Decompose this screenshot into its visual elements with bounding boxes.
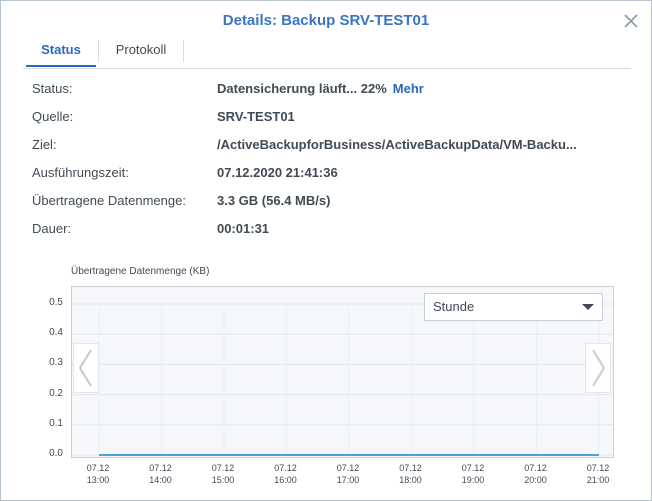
- close-icon[interactable]: [623, 13, 639, 29]
- detail-label: Status:: [32, 81, 73, 96]
- x-tick-label: 07.12 17:00: [328, 462, 368, 486]
- detail-value: 3.3 GB (56.4 MB/s): [217, 193, 331, 208]
- x-tick-date: 07.12: [336, 463, 360, 473]
- detail-label: Quelle:: [32, 109, 74, 124]
- y-tick-label: 0.3: [49, 357, 63, 369]
- x-tick-date: 07.12: [399, 463, 422, 473]
- x-tick-date: 07.12: [211, 463, 235, 473]
- x-tick-label: 07.12 16:00: [266, 462, 306, 486]
- x-tick-time: 18:00: [399, 475, 422, 485]
- chevron-right-icon: [592, 349, 606, 387]
- chart-prev-button[interactable]: [73, 343, 99, 393]
- detail-row-target: Ziel: /ActiveBackupforBusiness/ActiveBac…: [32, 135, 632, 155]
- detail-value: Datensicherung läuft... 22% Mehr: [217, 79, 424, 99]
- x-tick-date: 07.12: [586, 463, 610, 473]
- dialog-title: Details: Backup SRV-TEST01: [222, 12, 430, 29]
- y-tick-label: 0.4: [49, 327, 63, 339]
- x-tick-time: 21:00: [586, 475, 610, 485]
- detail-value: 07.12.2020 21:41:36: [217, 165, 338, 180]
- interval-select-value: Stunde: [433, 299, 475, 314]
- tab-divider: [98, 40, 99, 62]
- detail-row-transferred: Übertragene Datenmenge: 3.3 GB (56.4 MB/…: [32, 191, 632, 211]
- x-tick-date: 07.12: [274, 463, 297, 473]
- x-tick-time: 20:00: [524, 475, 547, 485]
- y-tick-label: 0.2: [49, 387, 63, 399]
- x-tick-time: 13:00: [86, 475, 110, 485]
- x-tick-label: 07.12 20:00: [516, 462, 556, 486]
- detail-label: Dauer:: [32, 221, 72, 236]
- x-tick-label: 07.12 19:00: [453, 462, 493, 486]
- x-tick-time: 14:00: [149, 475, 172, 485]
- chart-next-button[interactable]: [585, 343, 611, 393]
- x-tick-time: 15:00: [211, 475, 235, 485]
- x-tick-time: 17:00: [336, 475, 360, 485]
- x-tick-date: 07.12: [86, 463, 110, 473]
- x-tick-date: 07.12: [149, 463, 172, 473]
- interval-select[interactable]: Stunde: [424, 293, 603, 321]
- x-tick-label: 07.12 18:00: [391, 462, 431, 486]
- x-tick-time: 19:00: [461, 475, 485, 485]
- x-tick-label: 07.12 21:00: [578, 462, 618, 486]
- chevron-down-icon: [582, 304, 594, 310]
- detail-value: SRV-TEST01: [217, 109, 295, 124]
- detail-label: Ausführungszeit:: [32, 165, 129, 180]
- detail-row-source: Quelle: SRV-TEST01: [32, 107, 632, 127]
- detail-label: Ziel:: [32, 137, 57, 152]
- status-text: Datensicherung läuft... 22%: [217, 81, 387, 96]
- tab-status[interactable]: Status: [26, 37, 96, 67]
- detail-row-runtime: Ausführungszeit: 07.12.2020 21:41:36: [32, 163, 632, 183]
- x-tick-time: 16:00: [274, 475, 297, 485]
- x-tick-date: 07.12: [524, 463, 547, 473]
- more-link[interactable]: Mehr: [393, 81, 424, 96]
- x-tick-label: 07.12 15:00: [203, 462, 243, 486]
- tab-divider: [183, 40, 184, 62]
- y-tick-label: 0.0: [49, 448, 63, 459]
- detail-row-duration: Dauer: 00:01:31: [32, 219, 632, 239]
- detail-label: Übertragene Datenmenge:: [32, 193, 186, 208]
- chart-title: Übertragene Datenmenge (KB): [71, 266, 210, 277]
- detail-value: /ActiveBackupforBusiness/ActiveBackupDat…: [217, 137, 577, 152]
- tab-protokoll[interactable]: Protokoll: [103, 37, 179, 67]
- y-tick-label: 0.1: [49, 417, 63, 429]
- x-tick-date: 07.12: [461, 463, 485, 473]
- y-tick-label: 0.5: [49, 297, 63, 308]
- detail-value: 00:01:31: [217, 221, 270, 236]
- tab-bar: Status Protokoll: [23, 37, 631, 69]
- details-dialog: Details: Backup SRV-TEST01 Status Protok…: [0, 0, 652, 501]
- detail-row-status: Status: Datensicherung läuft... 22% Mehr: [32, 79, 632, 99]
- chevron-left-icon: [78, 349, 92, 387]
- x-tick-label: 07.12 13:00: [78, 462, 118, 486]
- x-tick-label: 07.12 14:00: [141, 462, 181, 486]
